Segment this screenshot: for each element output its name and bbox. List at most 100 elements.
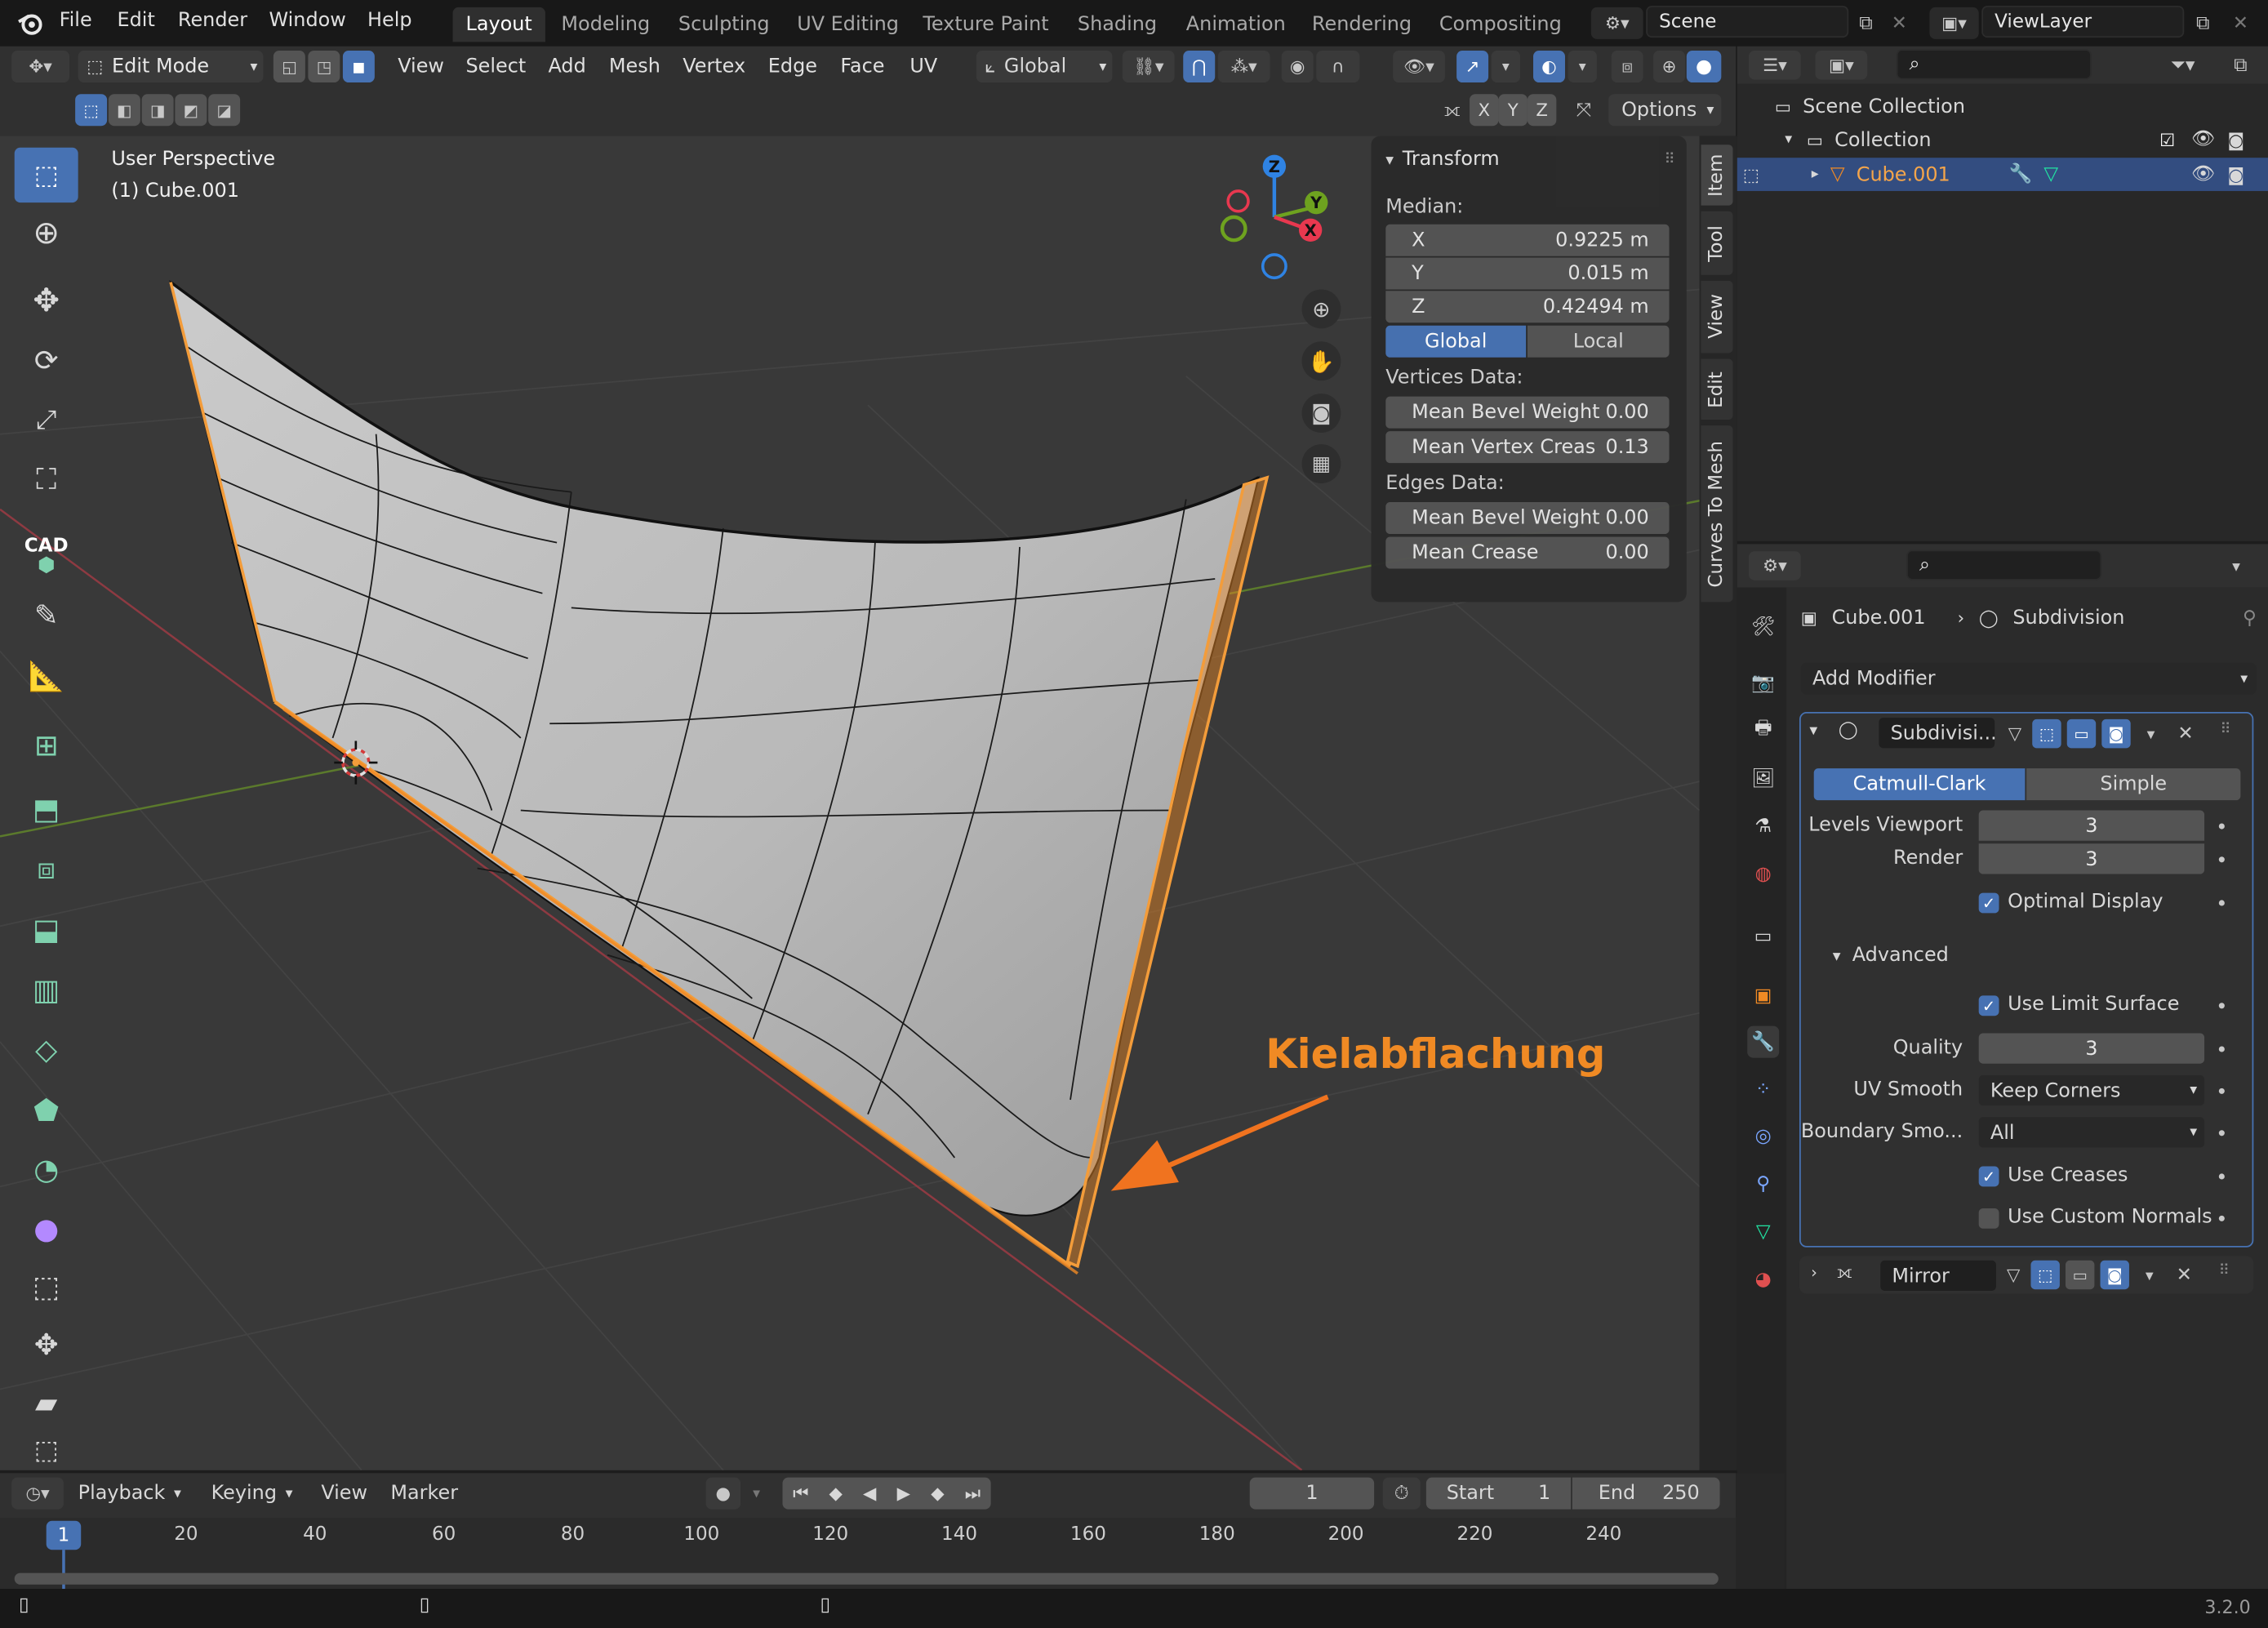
- select-mode-invert[interactable]: ◩: [175, 94, 207, 127]
- add-modifier-dropdown[interactable]: Add Modifier ▾: [1800, 662, 2257, 695]
- edit-mode-object-icon[interactable]: ⬚: [1743, 164, 1759, 185]
- expand-arrow-icon[interactable]: ▾: [1785, 131, 1792, 147]
- mean-bevel-weight-edge-field[interactable]: Mean Bevel Weight 0.00: [1385, 502, 1670, 535]
- edit-mode-toggle-icon[interactable]: ▽: [1999, 1261, 2027, 1289]
- quality-field[interactable]: 3: [1978, 1033, 2205, 1064]
- edge-select-button[interactable]: ◳: [308, 51, 340, 83]
- tab-edit[interactable]: Edit: [1701, 358, 1733, 420]
- gizmo-toggle[interactable]: ↗: [1456, 51, 1489, 83]
- mode-dropdown[interactable]: ⬚ Edit Mode ▾: [78, 51, 264, 83]
- close-icon[interactable]: ✕: [2171, 719, 2199, 748]
- keyframe-dot-icon[interactable]: [2218, 900, 2225, 906]
- median-z-field[interactable]: Z 0.42494 m: [1385, 291, 1670, 323]
- median-x-field[interactable]: X 0.9225 m: [1385, 224, 1670, 256]
- levels-viewport-field[interactable]: 3: [1978, 810, 2205, 841]
- keyframe-dot-icon[interactable]: [2218, 1088, 2225, 1094]
- rotate-tool[interactable]: ⟳: [15, 333, 78, 388]
- tab-rendering[interactable]: Rendering: [1312, 7, 1412, 42]
- keyframe-dot-icon[interactable]: [2218, 1173, 2225, 1180]
- current-frame-field[interactable]: 1: [1249, 1477, 1375, 1510]
- cursor-tool[interactable]: ⊕: [15, 206, 78, 260]
- gizmo-dropdown[interactable]: ▾: [1491, 51, 1521, 83]
- snap-toggle[interactable]: ⋂: [1183, 51, 1216, 83]
- outliner-row-cube[interactable]: ⬚ ▸ ▽ Cube.001 🔧 ▽ 👁 ◙: [1737, 158, 2268, 191]
- transform-panel-header[interactable]: ▾ Transform ⠿: [1385, 145, 1674, 173]
- edge-slide-tool[interactable]: ⬚: [15, 1259, 78, 1314]
- median-y-field[interactable]: Y 0.015 m: [1385, 257, 1670, 290]
- jump-end-icon[interactable]: ⏭: [965, 1483, 981, 1505]
- next-keyframe-icon[interactable]: ◆: [931, 1483, 944, 1504]
- tab-shading[interactable]: Shading: [1078, 7, 1157, 42]
- play-reverse-icon[interactable]: ◀: [863, 1483, 876, 1504]
- gizmo-neg-z-icon[interactable]: [1261, 253, 1287, 280]
- gizmo-neg-y-icon[interactable]: [1220, 215, 1247, 242]
- material-tab-icon[interactable]: ◕: [1747, 1263, 1779, 1295]
- global-toggle[interactable]: Global: [1385, 325, 1527, 358]
- tab-layout[interactable]: Layout: [452, 7, 545, 42]
- keyframe-type-icon[interactable]: ▾: [744, 1478, 770, 1510]
- render-camera-icon[interactable]: ◙: [2227, 164, 2244, 185]
- advanced-subpanel-header[interactable]: ▾ Advanced: [1833, 942, 2122, 968]
- menu-select[interactable]: Select: [465, 51, 526, 82]
- preview-range-icon[interactable]: ⏱: [1382, 1477, 1421, 1510]
- scene-tab-icon[interactable]: ⚗: [1747, 811, 1779, 843]
- visibility-dropdown[interactable]: 👁▾: [1393, 51, 1445, 83]
- render-toggle-icon[interactable]: ◙: [2100, 1260, 2129, 1290]
- modifier-name-field[interactable]: Subdivisi...: [1879, 718, 1997, 749]
- mesh-surface[interactable]: [169, 279, 1260, 1217]
- constraints-tab-icon[interactable]: ⚲: [1747, 1168, 1779, 1199]
- render-camera-icon[interactable]: ◙: [2227, 130, 2244, 150]
- tab-animation[interactable]: Animation: [1186, 7, 1286, 42]
- menu-add[interactable]: Add: [548, 51, 585, 82]
- menu-uv[interactable]: UV: [909, 51, 937, 82]
- tab-compositing[interactable]: Compositing: [1439, 7, 1562, 42]
- tool-settings-tab-icon[interactable]: 🛠: [1747, 611, 1779, 643]
- editor-type-button[interactable]: ✥▾: [11, 51, 70, 83]
- optimal-display-checkbox[interactable]: ✓: [1978, 892, 1999, 914]
- options-dropdown[interactable]: Options ▾: [1608, 94, 1722, 127]
- tab-item[interactable]: Item: [1701, 145, 1733, 206]
- world-tab-icon[interactable]: ◍: [1747, 858, 1779, 890]
- xray-toggle[interactable]: ⧈: [1611, 51, 1643, 83]
- keyframe-dot-icon[interactable]: [2218, 823, 2225, 830]
- display-mode-icon[interactable]: ▣▾: [1815, 51, 1868, 80]
- annotate-tool[interactable]: ✎: [15, 588, 78, 643]
- menu-render[interactable]: Render: [178, 9, 247, 32]
- view-layer-icon[interactable]: ▣▾: [1929, 7, 1979, 39]
- overlay-dropdown[interactable]: ▾: [1568, 51, 1597, 83]
- outliner-search-input[interactable]: ⌕: [1896, 49, 2092, 80]
- physics-tab-icon[interactable]: ◎: [1747, 1120, 1779, 1152]
- menu-file[interactable]: File: [60, 9, 92, 32]
- select-box-tool[interactable]: ⬚: [14, 147, 78, 203]
- rip-tool[interactable]: ⬚: [15, 1433, 78, 1468]
- select-mode-subtract[interactable]: ◨: [141, 94, 174, 127]
- viewport-toggle-icon[interactable]: ▭: [2066, 718, 2097, 749]
- keyframe-dot-icon[interactable]: [2218, 856, 2225, 863]
- mean-bevel-weight-vertex-field[interactable]: Mean Bevel Weight 0.00: [1385, 396, 1670, 429]
- transform-tool[interactable]: ⛶: [15, 451, 78, 506]
- mesh-data-icon[interactable]: ▽: [2043, 163, 2058, 185]
- play-icon[interactable]: ▶: [897, 1483, 910, 1504]
- end-frame-field[interactable]: End 250: [1572, 1477, 1720, 1510]
- tab-sculpting[interactable]: Sculpting: [678, 7, 770, 42]
- tab-curves-to-mesh[interactable]: Curves To Mesh: [1701, 425, 1733, 603]
- record-icon[interactable]: ●: [705, 1477, 741, 1510]
- start-frame-field[interactable]: Start 1: [1425, 1477, 1572, 1510]
- knife-tool[interactable]: ◇: [15, 1021, 78, 1076]
- use-custom-normals-checkbox[interactable]: [1978, 1208, 1999, 1229]
- visibility-eye-icon[interactable]: 👁: [2191, 163, 2215, 185]
- chevron-down-icon[interactable]: ▾: [2221, 551, 2252, 580]
- drag-handle-icon[interactable]: ⠿: [2219, 1263, 2230, 1279]
- snap-target-dropdown[interactable]: ⁂▾: [1217, 51, 1270, 83]
- object-tab-icon[interactable]: ▣: [1747, 980, 1779, 1012]
- bevel-tool[interactable]: ⬓: [15, 901, 78, 956]
- navigation-gizmo[interactable]: Z Y X: [1220, 154, 1328, 280]
- tab-uv-editing[interactable]: UV Editing: [797, 7, 899, 42]
- move-tool[interactable]: ✥: [15, 274, 78, 328]
- local-toggle[interactable]: Local: [1527, 325, 1670, 358]
- outliner-row-collection[interactable]: ▾ ▭ Collection ☑ 👁 ◙: [1737, 123, 2268, 157]
- menu-window[interactable]: Window: [269, 9, 346, 32]
- keying-menu[interactable]: Keying ▾: [211, 1478, 293, 1510]
- new-collection-icon[interactable]: ⧉: [2223, 51, 2258, 79]
- new-scene-icon[interactable]: ⧉: [1850, 7, 1882, 39]
